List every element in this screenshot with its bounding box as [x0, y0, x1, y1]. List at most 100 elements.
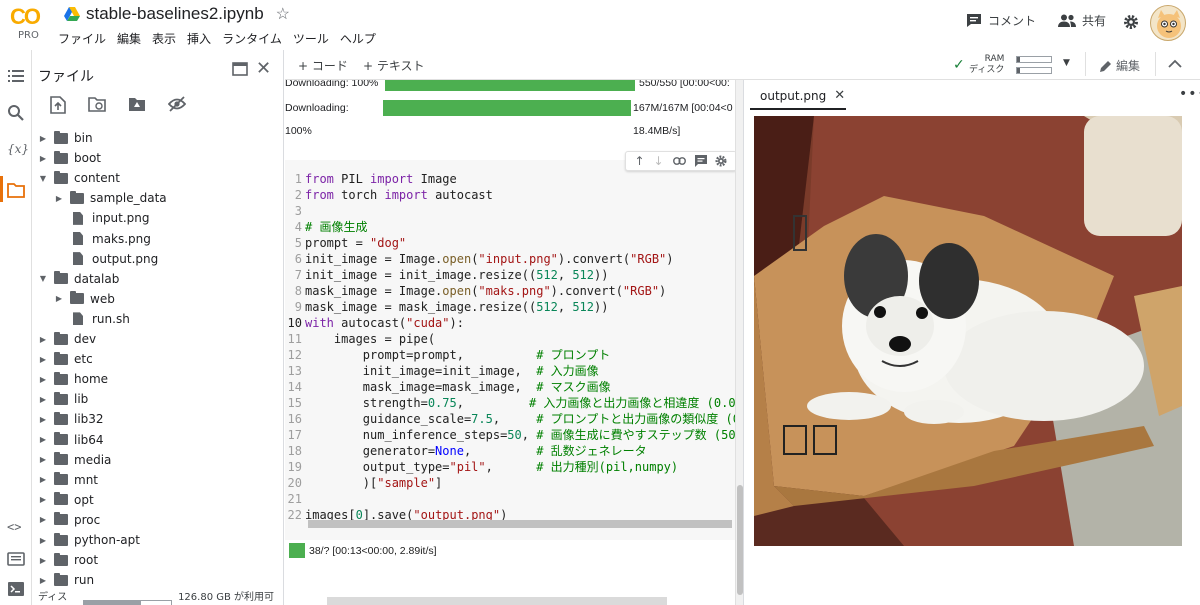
comment-button[interactable]: コメント: [966, 12, 1036, 29]
menu-edit[interactable]: 編集: [117, 30, 141, 47]
chevron-down-icon[interactable]: ▼: [38, 174, 48, 183]
code-snippets-icon[interactable]: <>: [7, 520, 25, 538]
folder-row[interactable]: ▶ proc: [38, 510, 100, 530]
code-line[interactable]: 18 generator= None, # 乱数ジェネレータ: [285, 443, 740, 459]
chevron-right-icon[interactable]: ▶: [38, 495, 48, 504]
settings-button[interactable]: [1123, 14, 1139, 30]
image-tab[interactable]: output.png ✕: [760, 88, 845, 103]
more-options-icon[interactable]: •••: [1179, 86, 1200, 102]
code-line[interactable]: 5 prompt = "dog": [285, 235, 740, 251]
chevron-right-icon[interactable]: ▶: [54, 294, 64, 303]
folder-row[interactable]: ▶ home: [38, 369, 108, 389]
code-line[interactable]: 9 mask_image = mask_image.resize((512, 51…: [285, 299, 740, 315]
folder-row[interactable]: ▶ media: [38, 450, 111, 470]
folder-row[interactable]: ▼ datalab: [38, 269, 119, 289]
star-icon[interactable]: ☆: [276, 4, 290, 24]
folder-row[interactable]: ▶ root: [38, 550, 98, 570]
folder-row[interactable]: ▶ etc: [38, 349, 93, 369]
code-line[interactable]: 6 init_image = Image. open("input.png").co…: [285, 251, 740, 267]
upload-file-icon[interactable]: [50, 96, 66, 114]
add-text-button[interactable]: + テキスト: [363, 57, 425, 74]
code-line[interactable]: 21: [285, 491, 740, 507]
close-panel-icon[interactable]: ✕: [256, 58, 271, 79]
chevron-down-icon[interactable]: ▼: [38, 274, 48, 283]
chevron-right-icon[interactable]: ▶: [38, 556, 48, 565]
toc-icon[interactable]: [7, 67, 25, 85]
move-down-icon[interactable]: ↓: [654, 154, 664, 168]
code-line[interactable]: 13 init_image=init_image, # 入力画像: [285, 363, 740, 379]
menu-runtime[interactable]: ランタイム: [222, 30, 282, 47]
link-icon[interactable]: [672, 157, 686, 165]
edit-button[interactable]: 編集: [1099, 57, 1140, 74]
open-in-tab-icon[interactable]: [232, 62, 248, 76]
chevron-right-icon[interactable]: ▶: [38, 395, 48, 404]
folder-row[interactable]: ▶ sample_data: [54, 188, 167, 208]
menu-tools[interactable]: ツール: [293, 30, 329, 47]
file-row[interactable]: run.sh: [54, 309, 130, 329]
notebook-title[interactable]: stable-baselines2.ipynb: [86, 4, 264, 24]
variables-icon[interactable]: {x}: [7, 142, 29, 160]
ram-usage-bar[interactable]: [1016, 56, 1052, 63]
notebook-horizontal-scrollbar[interactable]: [327, 597, 667, 605]
code-line[interactable]: 14 mask_image=mask_image, # マスク画像: [285, 379, 740, 395]
code-horizontal-scrollbar[interactable]: [308, 520, 732, 528]
folder-row[interactable]: ▶ dev: [38, 329, 96, 349]
code-line[interactable]: 12 prompt=prompt, # プロンプト: [285, 347, 740, 363]
notebook-vertical-scrollbar[interactable]: [735, 80, 743, 605]
chevron-right-icon[interactable]: ▶: [38, 455, 48, 464]
code-line[interactable]: 4 # 画像生成: [285, 219, 740, 235]
folder-icon[interactable]: [7, 181, 25, 199]
file-row[interactable]: output.png: [54, 249, 158, 269]
code-editor[interactable]: 1 from PIL import Image 2 from torch import…: [285, 171, 740, 523]
runtime-dropdown-icon[interactable]: ▼: [1063, 58, 1070, 68]
folder-row[interactable]: ▼ content: [38, 168, 120, 188]
code-line[interactable]: 8 mask_image = Image. open("maks.png").con…: [285, 283, 740, 299]
chevron-right-icon[interactable]: ▶: [38, 154, 48, 163]
chevron-right-icon[interactable]: ▶: [38, 335, 48, 344]
move-up-icon[interactable]: ↑: [634, 154, 644, 168]
code-line[interactable]: 2 from torch import autocast: [285, 187, 740, 203]
folder-row[interactable]: ▶ boot: [38, 148, 101, 168]
folder-row[interactable]: ▶ opt: [38, 490, 94, 510]
colab-logo[interactable]: CO PRO: [10, 6, 50, 42]
share-button[interactable]: 共有: [1058, 12, 1106, 29]
command-palette-icon[interactable]: [7, 550, 25, 568]
file-row[interactable]: maks.png: [54, 229, 151, 249]
menu-insert[interactable]: 挿入: [187, 30, 211, 47]
code-line[interactable]: 15 strength= 0.75, # 入力画像と出力画像と相違度 (0.0: [285, 395, 740, 411]
chevron-right-icon[interactable]: ▶: [38, 475, 48, 484]
menu-help[interactable]: ヘルプ: [340, 30, 376, 47]
folder-row[interactable]: ▶ lib: [38, 389, 88, 409]
code-line[interactable]: 7 init_image = init_image.resize((512, 51…: [285, 267, 740, 283]
chevron-right-icon[interactable]: ▶: [38, 435, 48, 444]
code-line[interactable]: 20 )["sample"]: [285, 475, 740, 491]
code-line[interactable]: 1 from PIL import Image: [285, 171, 740, 187]
close-tab-icon[interactable]: ✕: [834, 88, 845, 103]
chevron-right-icon[interactable]: ▶: [38, 415, 48, 424]
cell-settings-icon[interactable]: [715, 155, 727, 167]
search-icon[interactable]: [7, 104, 25, 122]
chevron-right-icon[interactable]: ▶: [38, 536, 48, 545]
folder-row[interactable]: ▶ lib32: [38, 409, 104, 429]
code-cell[interactable]: 1 from PIL import Image 2 from torch import…: [285, 160, 740, 540]
chevron-right-icon[interactable]: ▶: [38, 355, 48, 364]
chevron-up-icon[interactable]: [1168, 58, 1182, 68]
folder-row[interactable]: ▶ lib64: [38, 430, 104, 450]
code-line[interactable]: 3: [285, 203, 740, 219]
chevron-right-icon[interactable]: ▶: [38, 375, 48, 384]
comment-cell-icon[interactable]: [694, 155, 707, 167]
disk-toolbar-usage-bar[interactable]: [1016, 67, 1052, 74]
code-line[interactable]: 19 output_type= "pil", # 出力種別(pil,numpy): [285, 459, 740, 475]
refresh-folder-icon[interactable]: [88, 96, 106, 112]
mount-drive-icon[interactable]: [128, 96, 146, 112]
menu-file[interactable]: ファイル: [58, 30, 106, 47]
code-line[interactable]: 10 with autocast("cuda"):: [285, 315, 740, 331]
chevron-right-icon[interactable]: ▶: [38, 134, 48, 143]
hide-files-icon[interactable]: [168, 96, 186, 112]
menu-view[interactable]: 表示: [152, 30, 176, 47]
terminal-icon[interactable]: [7, 580, 25, 598]
folder-row[interactable]: ▶ python-apt: [38, 530, 140, 550]
folder-row[interactable]: ▶ mnt: [38, 470, 98, 490]
folder-row[interactable]: ▶ bin: [38, 128, 93, 148]
folder-row[interactable]: ▶ web: [54, 289, 115, 309]
